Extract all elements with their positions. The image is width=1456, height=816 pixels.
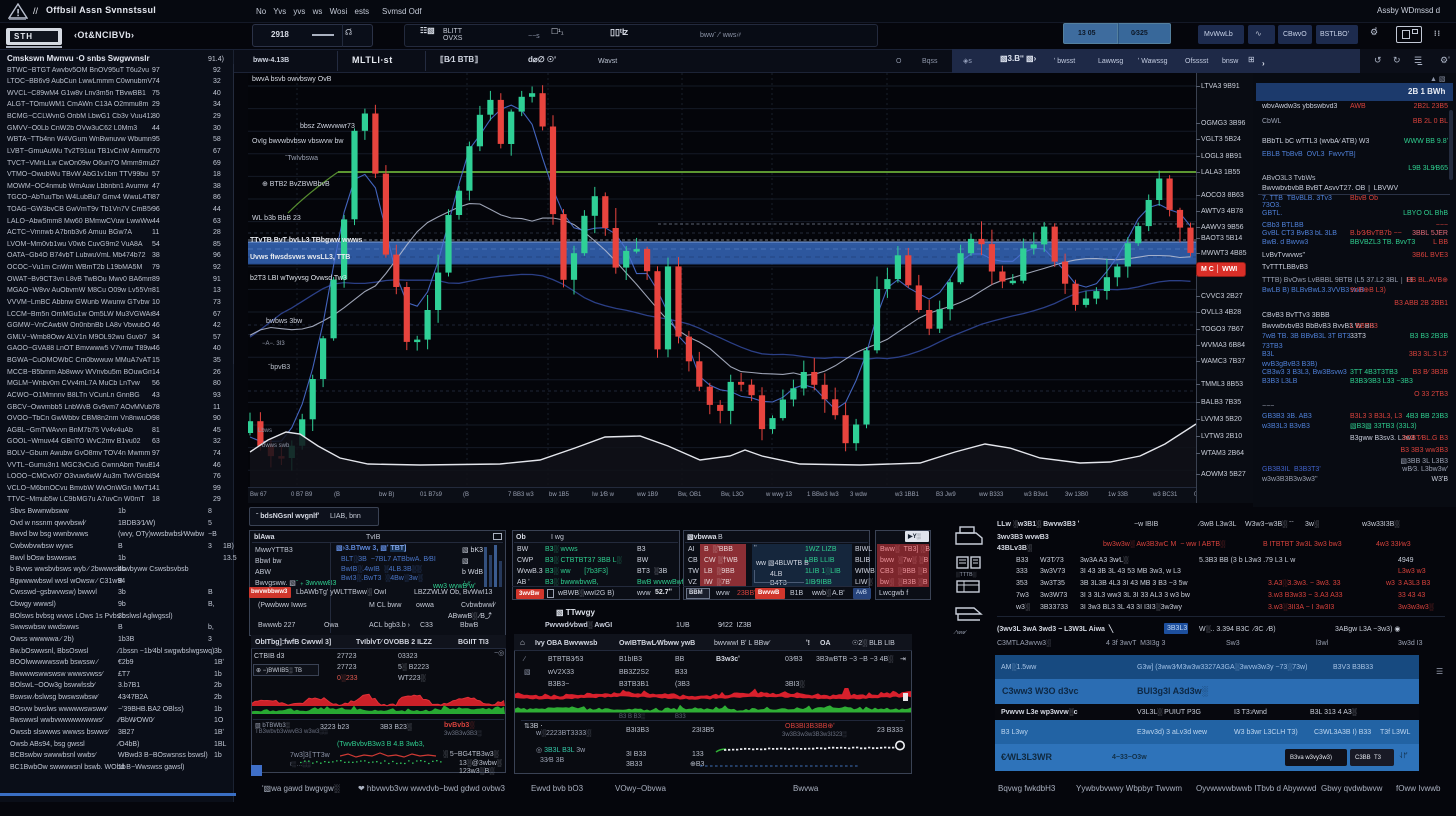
svg-text:░TTTB░: ░TTTB░ bbox=[956, 571, 977, 578]
svg-text:∕ʹww∕: ∕ʹww∕ bbox=[953, 629, 967, 636]
